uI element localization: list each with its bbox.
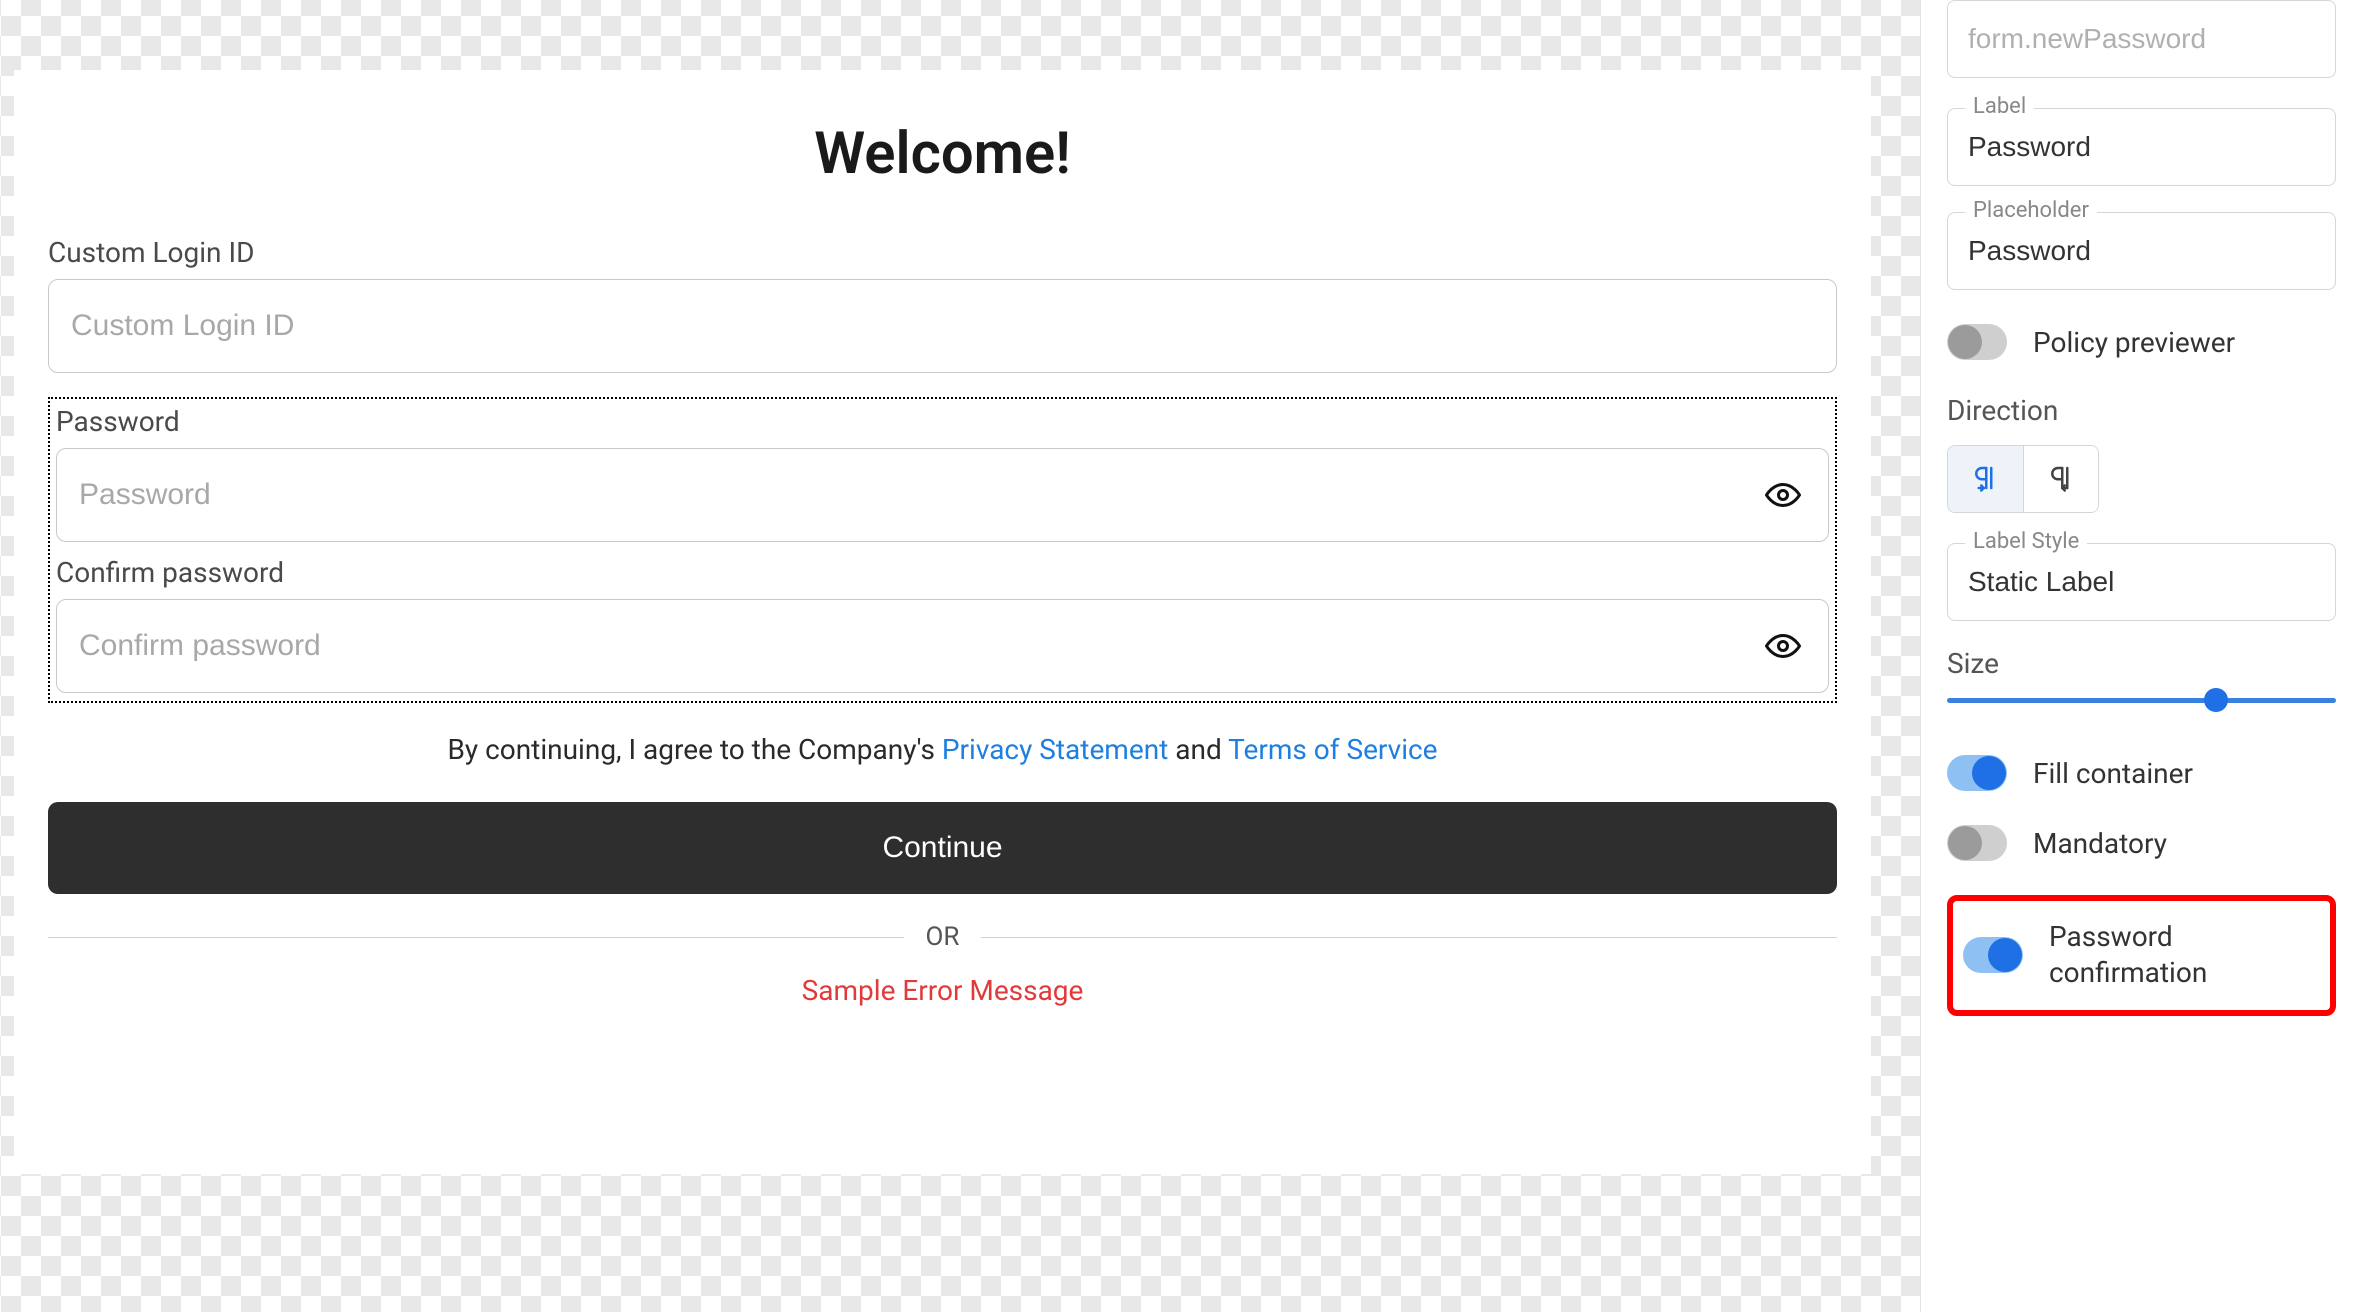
agreement-text: By continuing, I agree to the Company's … <box>48 733 1837 766</box>
eye-icon[interactable] <box>1763 626 1803 666</box>
highlight-annotation: Password confirmation <box>1947 895 2336 1016</box>
prop-label-style-caption: Label Style <box>1965 529 2087 554</box>
divider-text: OR <box>904 922 982 952</box>
mandatory-label: Mandatory <box>2033 827 2167 860</box>
divider: OR <box>48 922 1837 952</box>
terms-link[interactable]: Terms of Service <box>1228 733 1437 766</box>
prop-label: Label <box>1947 108 2336 186</box>
toggle-fill-container: Fill container <box>1947 755 2336 791</box>
field-confirm-password: Confirm password <box>56 556 1829 693</box>
password-confirmation-toggle[interactable] <box>1963 937 2023 973</box>
error-message: Sample Error Message <box>48 974 1837 1007</box>
divider-line <box>981 937 1837 938</box>
mandatory-toggle[interactable] <box>1947 825 2007 861</box>
prop-placeholder: Placeholder <box>1947 212 2336 290</box>
direction-ltr-button[interactable] <box>1948 446 2023 512</box>
pilcrow-ltr-icon <box>1970 463 2000 496</box>
label-input[interactable] <box>1947 108 2336 186</box>
prop-placeholder-caption: Placeholder <box>1965 198 2097 223</box>
field-login-id: Custom Login ID <box>48 236 1837 373</box>
direction-label: Direction <box>1947 394 2336 427</box>
prop-label-style: Label Style <box>1947 543 2336 621</box>
field-password: Password <box>56 405 1829 542</box>
direction-rtl-button[interactable] <box>2023 446 2099 512</box>
fill-container-toggle[interactable] <box>1947 755 2007 791</box>
policy-previewer-toggle[interactable] <box>1947 324 2007 360</box>
form-canvas: Welcome! Custom Login ID Password Confir… <box>14 70 1871 1174</box>
confirm-password-input[interactable] <box>56 599 1829 693</box>
agree-prefix: By continuing, I agree to the Company's <box>447 733 941 766</box>
fill-container-label: Fill container <box>2033 757 2193 790</box>
password-input[interactable] <box>56 448 1829 542</box>
size-slider[interactable] <box>1947 698 2336 703</box>
prop-binding <box>1947 0 2336 78</box>
direction-toggle <box>1947 445 2099 513</box>
slider-thumb[interactable] <box>2204 688 2228 712</box>
agree-mid: and <box>1168 733 1228 766</box>
divider-line <box>48 937 904 938</box>
page-title: Welcome! <box>48 120 1837 188</box>
toggle-mandatory: Mandatory <box>1947 825 2336 861</box>
pilcrow-rtl-icon <box>2046 463 2076 496</box>
toggle-password-confirmation: Password confirmation <box>1963 919 2320 992</box>
confirm-password-label: Confirm password <box>56 556 1829 589</box>
size-label: Size <box>1947 647 2336 680</box>
selected-group: Password Confirm password <box>48 397 1837 703</box>
eye-icon[interactable] <box>1763 475 1803 515</box>
password-label: Password <box>56 405 1829 438</box>
properties-sidebar: Label Placeholder Policy previewer Direc… <box>1920 0 2362 1312</box>
label-style-select[interactable] <box>1947 543 2336 621</box>
policy-previewer-label: Policy previewer <box>2033 326 2235 359</box>
password-confirmation-label: Password confirmation <box>2049 919 2320 992</box>
continue-button[interactable]: Continue <box>48 802 1837 894</box>
binding-input[interactable] <box>1947 0 2336 78</box>
login-id-label: Custom Login ID <box>48 236 1837 269</box>
login-id-input[interactable] <box>48 279 1837 373</box>
toggle-policy-previewer: Policy previewer <box>1947 324 2336 360</box>
prop-label-caption: Label <box>1965 94 2034 119</box>
privacy-link[interactable]: Privacy Statement <box>942 733 1168 766</box>
placeholder-input[interactable] <box>1947 212 2336 290</box>
